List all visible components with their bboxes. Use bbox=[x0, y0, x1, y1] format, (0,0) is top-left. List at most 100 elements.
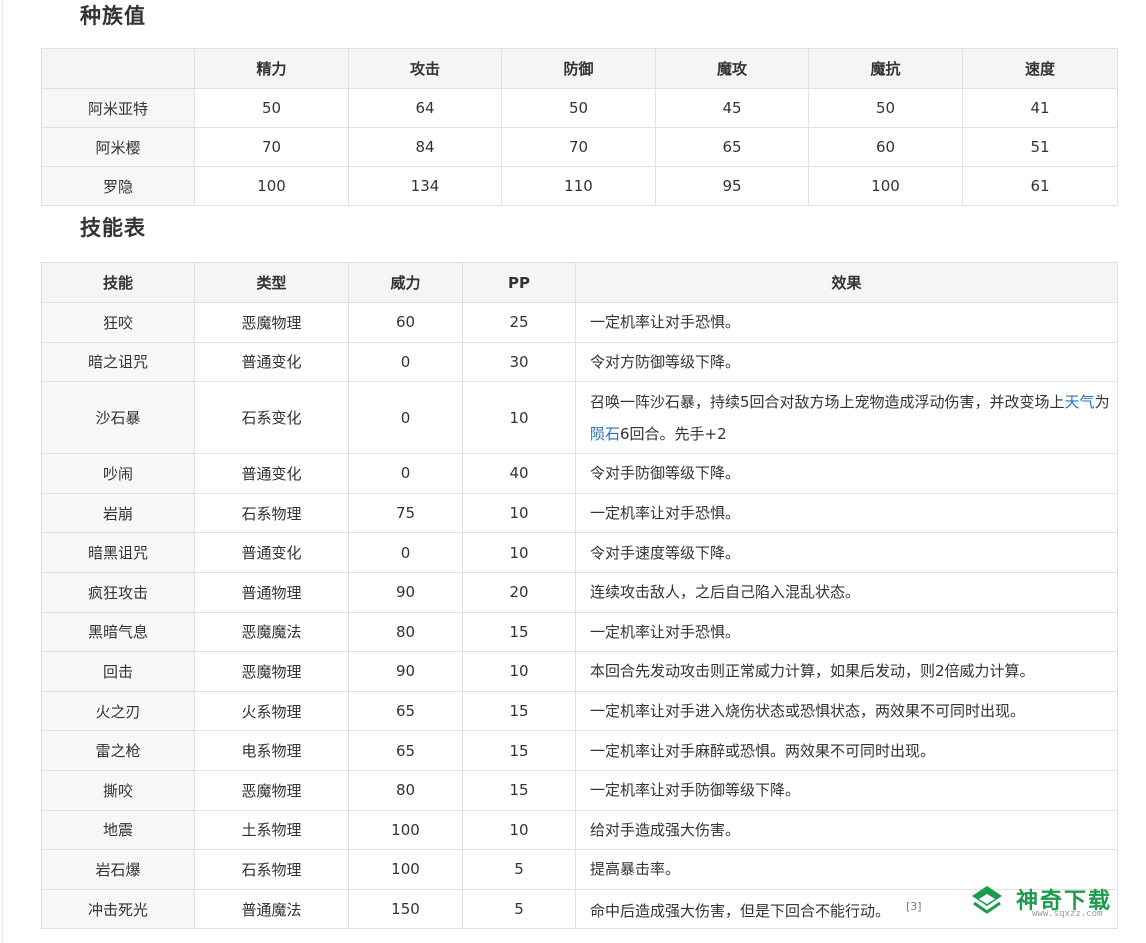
skill-pp-cell: 15 bbox=[462, 611, 576, 653]
stats-header-row: 精力 攻击 防御 魔攻 魔抗 速度 bbox=[41, 48, 1118, 89]
skill-row: 撕咬 恶魔物理 80 15 一定机率让对手防御等级下降。 bbox=[41, 769, 1118, 811]
effect-text: 连续攻击敌人，之后自己陷入混乱状态。 bbox=[590, 583, 861, 602]
meteor-link[interactable]: 陨石 bbox=[590, 425, 620, 443]
skill-power-cell: 0 bbox=[348, 381, 463, 455]
skill-row: 冲击死光 普通魔法 150 5 命中后造成强大伤害，但是下回合不能行动。 [3] bbox=[41, 888, 1118, 930]
skill-row: 地震 土系物理 100 10 给对手造成强大伤害。 bbox=[41, 809, 1118, 851]
skill-pp-cell: 10 bbox=[462, 809, 576, 851]
skill-type-cell: 普通变化 bbox=[194, 341, 349, 383]
skill-pp-cell: 10 bbox=[462, 381, 576, 455]
effect-text: 命中后造成强大伤害，但是下回合不能行动。 bbox=[590, 902, 891, 921]
pet-name-cell: 阿米亚特 bbox=[41, 88, 195, 128]
skill-pp-cell: 10 bbox=[462, 651, 576, 692]
stat-cell: 61 bbox=[962, 166, 1118, 206]
skill-type-cell: 普通变化 bbox=[194, 532, 349, 573]
skill-name-cell: 沙石暴 bbox=[41, 381, 195, 455]
effect-text: 一定机率让对手进入烧伤状态或恐惧状态，两效果不可同时出现。 bbox=[590, 702, 1026, 721]
skill-pp-cell: 15 bbox=[462, 769, 576, 811]
watermark-url: www.sqxzz.com bbox=[1032, 909, 1103, 919]
skill-effect-cell: 连续攻击敌人，之后自己陷入混乱状态。 bbox=[575, 571, 1118, 613]
skill-type-cell: 电系物理 bbox=[194, 730, 349, 771]
effect-text: 一定机率让对手恐惧。 bbox=[590, 313, 741, 332]
skill-row: 岩石爆 石系物理 100 5 提高暴击率。 bbox=[41, 849, 1118, 890]
effect-text: 本回合先发动攻击则正常威力计算，如果后发动，则2倍威力计算。 bbox=[590, 662, 1035, 681]
skill-power-cell: 100 bbox=[348, 849, 463, 890]
skill-power-cell: 60 bbox=[348, 302, 463, 343]
skill-effect-cell: 一定机率让对手恐惧。 bbox=[575, 611, 1118, 653]
skills-header-row: 技能 类型 威力 PP 效果 bbox=[41, 262, 1118, 303]
stat-cell: 41 bbox=[962, 88, 1118, 128]
skill-row: 暗之诅咒 普通变化 0 30 令对方防御等级下降。 bbox=[41, 341, 1118, 383]
skill-effect-cell: 令对手防御等级下降。 bbox=[575, 453, 1118, 494]
skill-name-cell: 暗黑诅咒 bbox=[41, 532, 195, 573]
skill-row: 黑暗气息 恶魔魔法 80 15 一定机率让对手恐惧。 bbox=[41, 611, 1118, 653]
watermark-logo-icon bbox=[972, 886, 1002, 914]
skill-power-cell: 65 bbox=[348, 730, 463, 771]
stat-cell: 60 bbox=[808, 127, 963, 167]
stats-header-cell: 魔攻 bbox=[655, 48, 809, 89]
skill-row: 火之刃 火系物理 65 15 一定机率让对手进入烧伤状态或恐惧状态，两效果不可同时出现。 bbox=[41, 690, 1118, 732]
effect-text: 令对手速度等级下降。 bbox=[590, 543, 741, 562]
effect-text: 令对手防御等级下降。 bbox=[590, 464, 741, 483]
page-left-border bbox=[2, 0, 3, 943]
skill-row: 疯狂攻击 普通物理 90 20 连续攻击敌人，之后自己陷入混乱状态。 bbox=[41, 571, 1118, 613]
skill-row: 吵闹 普通变化 0 40 令对手防御等级下降。 bbox=[41, 453, 1118, 494]
effect-text: 为 bbox=[1094, 392, 1110, 411]
skill-effect-cell: 一定机率让对手进入烧伤状态或恐惧状态，两效果不可同时出现。 bbox=[575, 690, 1118, 732]
pet-name-cell: 阿米樱 bbox=[41, 127, 195, 167]
skill-row: 狂咬 恶魔物理 60 25 一定机率让对手恐惧。 bbox=[41, 302, 1118, 343]
skill-name-cell: 火之刃 bbox=[41, 690, 195, 732]
site-watermark: 神奇下载 www.sqxzz.com bbox=[970, 883, 1140, 923]
skill-effect-cell: 令对方防御等级下降。 bbox=[575, 341, 1118, 383]
base-stats-table: 精力 攻击 防御 魔攻 魔抗 速度 阿米亚特 50 64 50 45 50 41… bbox=[41, 48, 1118, 206]
skills-header-cell: 技能 bbox=[41, 262, 195, 303]
skill-power-cell: 0 bbox=[348, 532, 463, 573]
skill-name-cell: 地震 bbox=[41, 809, 195, 851]
skill-type-cell: 火系物理 bbox=[194, 690, 349, 732]
skill-power-cell: 80 bbox=[348, 769, 463, 811]
stat-cell: 95 bbox=[655, 166, 809, 206]
skill-type-cell: 普通物理 bbox=[194, 571, 349, 613]
skills-header-cell: 类型 bbox=[194, 262, 349, 303]
skill-name-cell: 岩崩 bbox=[41, 492, 195, 534]
stat-cell: 70 bbox=[501, 127, 656, 167]
skill-type-cell: 普通变化 bbox=[194, 453, 349, 494]
stats-row: 罗隐 100 134 110 95 100 61 bbox=[41, 166, 1118, 206]
skill-pp-cell: 5 bbox=[462, 849, 576, 890]
skill-power-cell: 65 bbox=[348, 690, 463, 732]
stat-cell: 70 bbox=[194, 127, 349, 167]
skill-pp-cell: 15 bbox=[462, 690, 576, 732]
skill-effect-cell: 一定机率让对手恐惧。 bbox=[575, 302, 1118, 343]
skill-type-cell: 恶魔物理 bbox=[194, 302, 349, 343]
stat-cell: 45 bbox=[655, 88, 809, 128]
stats-header-cell: 魔抗 bbox=[808, 48, 963, 89]
stats-row: 阿米亚特 50 64 50 45 50 41 bbox=[41, 88, 1118, 128]
stat-cell: 64 bbox=[348, 88, 502, 128]
stat-cell: 84 bbox=[348, 127, 502, 167]
stat-cell: 50 bbox=[501, 88, 656, 128]
skill-effect-cell: 给对手造成强大伤害。 bbox=[575, 809, 1118, 851]
skill-name-cell: 冲击死光 bbox=[41, 888, 195, 930]
stats-header-cell: 速度 bbox=[962, 48, 1118, 89]
stat-cell: 51 bbox=[962, 127, 1118, 167]
stat-cell: 100 bbox=[808, 166, 963, 206]
skill-name-cell: 撕咬 bbox=[41, 769, 195, 811]
skill-row: 岩崩 石系物理 75 10 一定机率让对手恐惧。 bbox=[41, 492, 1118, 534]
skill-power-cell: 90 bbox=[348, 571, 463, 613]
skill-power-cell: 100 bbox=[348, 809, 463, 851]
stat-cell: 134 bbox=[348, 166, 502, 206]
skill-pp-cell: 5 bbox=[462, 888, 576, 930]
skill-type-cell: 石系变化 bbox=[194, 381, 349, 455]
weather-link[interactable]: 天气 bbox=[1065, 393, 1095, 411]
citation-link[interactable]: [3] bbox=[906, 900, 922, 913]
effect-text: 一定机率让对手恐惧。 bbox=[590, 504, 741, 523]
skill-name-cell: 吵闹 bbox=[41, 453, 195, 494]
skill-row: 雷之枪 电系物理 65 15 一定机率让对手麻醉或恐惧。两效果不可同时出现。 bbox=[41, 730, 1118, 771]
skills-header-cell: 威力 bbox=[348, 262, 463, 303]
skill-type-cell: 普通魔法 bbox=[194, 888, 349, 930]
skill-power-cell: 150 bbox=[348, 888, 463, 930]
skill-name-cell: 回击 bbox=[41, 651, 195, 692]
effect-text: 令对方防御等级下降。 bbox=[590, 352, 741, 371]
stats-header-cell: 攻击 bbox=[348, 48, 502, 89]
skill-name-cell: 疯狂攻击 bbox=[41, 571, 195, 613]
